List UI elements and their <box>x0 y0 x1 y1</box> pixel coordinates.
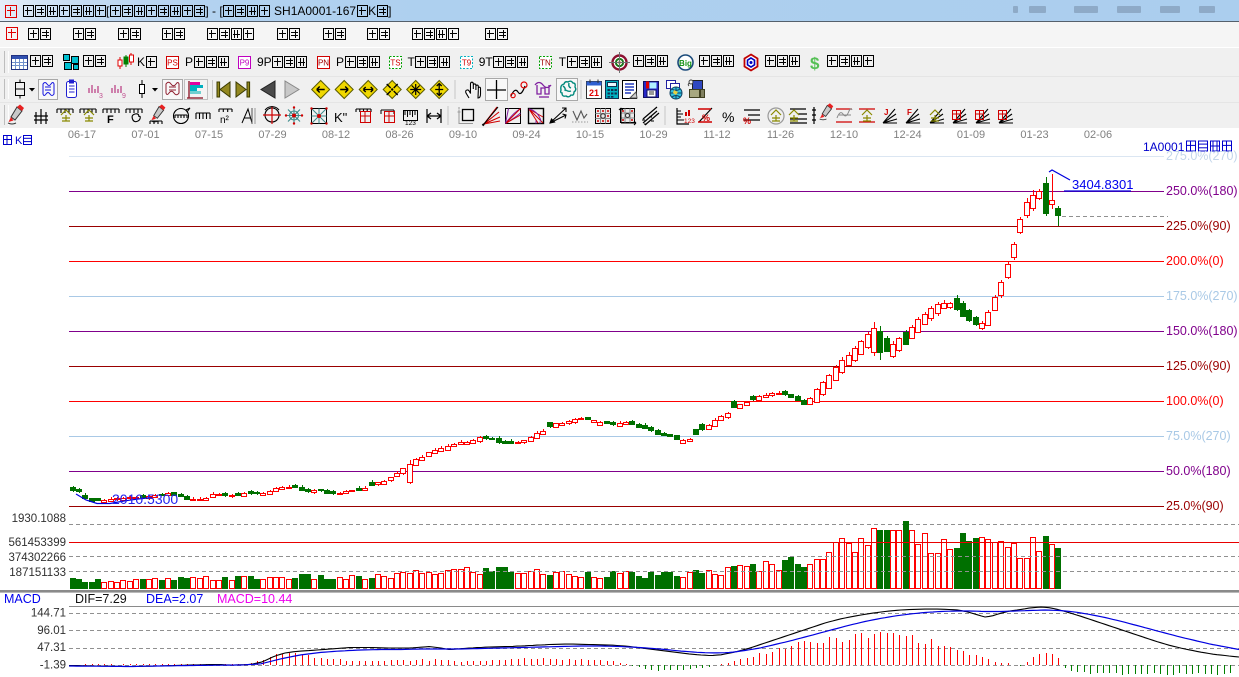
svg-text:-1.39: -1.39 <box>40 659 66 671</box>
svg-text:10-29: 10-29 <box>639 129 667 141</box>
svg-text:200.0%(0): 200.0%(0) <box>1166 254 1224 268</box>
svg-text:09-24: 09-24 <box>512 129 540 141</box>
svg-text:11-26: 11-26 <box>767 129 794 141</box>
svg-text:07-29: 07-29 <box>258 129 286 141</box>
svg-text:250.0%(180): 250.0%(180) <box>1166 184 1238 198</box>
svg-text:DEA=2.07: DEA=2.07 <box>146 592 203 606</box>
svg-text:75.0%(270): 75.0%(270) <box>1166 429 1231 443</box>
svg-text:07-01: 07-01 <box>131 129 159 141</box>
svg-text:374302266: 374302266 <box>8 552 66 564</box>
svg-text:01-09: 01-09 <box>957 129 985 141</box>
svg-text:225.0%(90): 225.0%(90) <box>1166 219 1231 233</box>
svg-text:25.0%(90): 25.0%(90) <box>1166 499 1224 513</box>
svg-text:02-06: 02-06 <box>1084 129 1112 141</box>
svg-text:47.31: 47.31 <box>37 642 66 654</box>
svg-text:561453399: 561453399 <box>8 537 66 549</box>
svg-text:1930.1088: 1930.1088 <box>12 513 66 525</box>
svg-text:50.0%(180): 50.0%(180) <box>1166 464 1231 478</box>
svg-text:144.71: 144.71 <box>31 608 66 620</box>
svg-text:2010.5300: 2010.5300 <box>112 491 178 507</box>
svg-text:187151133: 187151133 <box>9 567 66 579</box>
svg-text:175.0%(270): 175.0%(270) <box>1166 289 1238 303</box>
svg-text:K: K <box>15 135 23 147</box>
svg-text:96.01: 96.01 <box>37 625 66 637</box>
svg-text:275.0%(270): 275.0%(270) <box>1166 149 1238 163</box>
svg-text:12-24: 12-24 <box>893 129 921 141</box>
svg-text:08-26: 08-26 <box>385 129 413 141</box>
svg-text:01-23: 01-23 <box>1020 129 1048 141</box>
svg-text:10-15: 10-15 <box>576 129 604 141</box>
svg-text:12-10: 12-10 <box>830 129 858 141</box>
svg-text:MACD: MACD <box>4 592 41 606</box>
svg-text:3404.8301: 3404.8301 <box>1072 177 1133 192</box>
svg-text:150.0%(180): 150.0%(180) <box>1166 324 1238 338</box>
svg-text:06-17: 06-17 <box>68 129 96 141</box>
svg-text:08-12: 08-12 <box>322 129 350 141</box>
svg-text:100.0%(0): 100.0%(0) <box>1166 394 1224 408</box>
svg-text:11-12: 11-12 <box>703 129 730 141</box>
svg-text:DIF=7.29: DIF=7.29 <box>75 592 127 606</box>
svg-text:09-10: 09-10 <box>449 129 477 141</box>
svg-text:MACD=10.44: MACD=10.44 <box>217 592 292 606</box>
svg-text:125.0%(90): 125.0%(90) <box>1166 359 1231 373</box>
svg-text:07-15: 07-15 <box>195 129 223 141</box>
